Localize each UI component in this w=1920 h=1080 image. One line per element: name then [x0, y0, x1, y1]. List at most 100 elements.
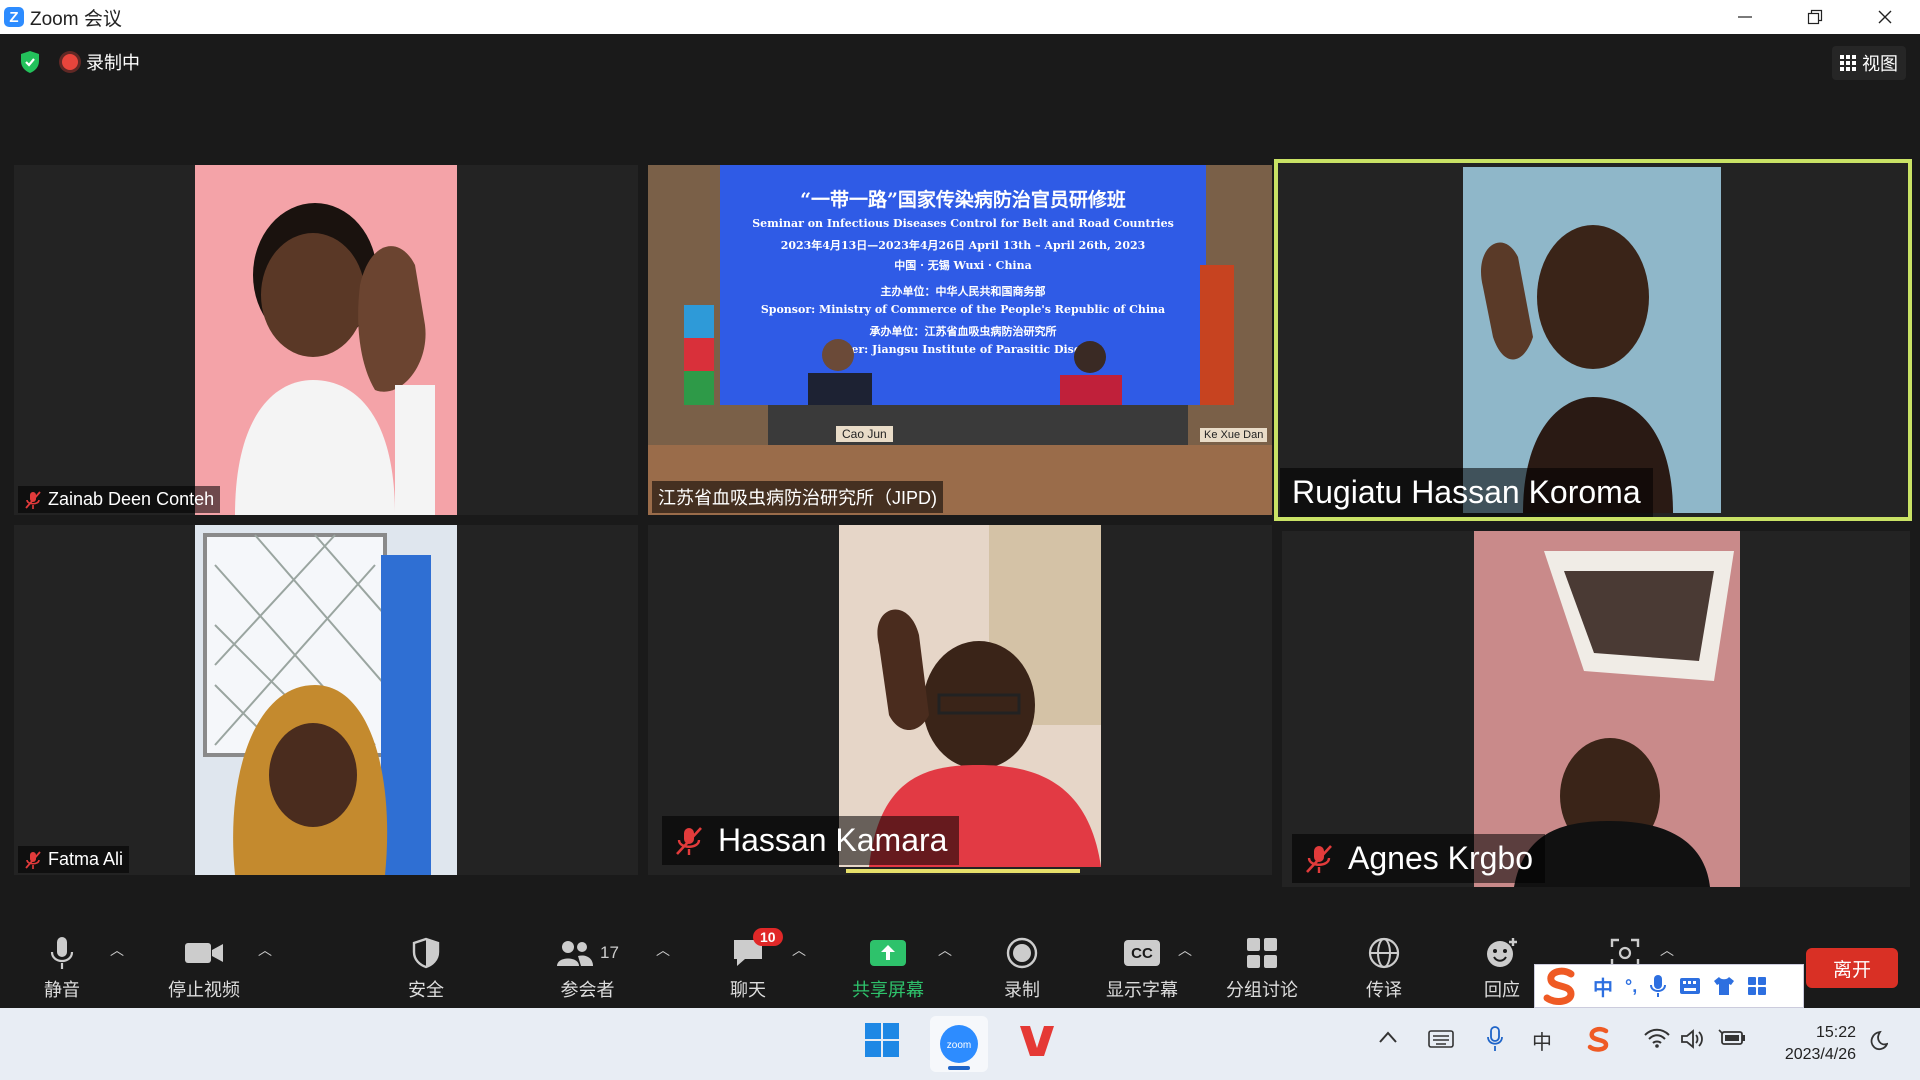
share-screen-button[interactable]: 共享屏幕	[852, 934, 924, 1002]
chat-unread-badge: 10	[753, 928, 783, 946]
active-app-indicator	[948, 1066, 970, 1070]
smiley-plus-icon	[1487, 938, 1517, 967]
nameplate-right: Ke Xue Dan	[1200, 428, 1268, 442]
clock-time: 15:22	[1815, 1024, 1856, 1041]
minimize-icon	[1738, 16, 1752, 18]
breakout-rooms-icon	[1247, 938, 1277, 968]
wifi-icon[interactable]	[1644, 1028, 1670, 1048]
encryption-shield-icon[interactable]	[16, 48, 44, 76]
flag	[684, 305, 714, 405]
minimize-button[interactable]	[1710, 0, 1780, 34]
zoom-logo-icon: Z	[4, 7, 24, 27]
toolbox-grid-icon[interactable]	[1747, 976, 1767, 996]
restore-icon	[1807, 9, 1823, 25]
soft-keyboard-icon[interactable]	[1679, 977, 1701, 995]
participant-name-label: Fatma Ali	[18, 846, 130, 873]
recording-label: 录制中	[86, 53, 140, 73]
restore-button[interactable]	[1780, 0, 1850, 34]
system-clock[interactable]: 15:22 2023/4/26	[1785, 1022, 1856, 1066]
breakout-rooms-button[interactable]: 分组讨论	[1226, 934, 1298, 1002]
close-button[interactable]	[1850, 0, 1920, 34]
meeting-area: 录制中 视图 Zainab Deen Conteh “一带一路”国家传染病防治官…	[0, 34, 1920, 1008]
sogou-tray-icon[interactable]	[1586, 1026, 1612, 1052]
video-tile-zainab[interactable]: Zainab Deen Conteh	[14, 165, 638, 515]
microphone-icon	[50, 937, 74, 969]
ime-punct-label[interactable]: °,	[1625, 976, 1637, 997]
globe-icon	[1368, 937, 1400, 969]
participant-name-label: Zainab Deen Conteh	[18, 486, 221, 513]
participant-name-label: Rugiatu Hassan Koroma	[1280, 468, 1653, 517]
grid-view-icon	[1840, 55, 1856, 71]
taskbar-wps-app[interactable]	[1018, 1022, 1056, 1058]
recording-indicator[interactable]: 录制中	[62, 49, 140, 75]
nameplate-left: Cao Jun	[836, 426, 893, 442]
participant-name-label: Hassan Kamara	[662, 816, 960, 865]
title-bar: Z Zoom 会议	[0, 0, 1920, 34]
voice-input-icon[interactable]	[1649, 974, 1667, 998]
interpretation-button[interactable]: 传译	[1366, 934, 1402, 1002]
mute-button[interactable]: 静音	[44, 934, 80, 1002]
security-button[interactable]: 安全	[408, 934, 444, 1002]
active-audio-bar	[846, 869, 1080, 873]
participant-name-label: Agnes Krgbo	[1292, 834, 1546, 883]
video-tile-agnes[interactable]: Agnes Krgbo	[1282, 531, 1910, 887]
sogou-logo-icon	[1543, 967, 1575, 1005]
captions-options-caret-icon[interactable]: ︿	[1178, 940, 1192, 960]
microphone-tray-icon[interactable]	[1486, 1026, 1504, 1052]
video-tile-hassan[interactable]: Hassan Kamara	[648, 525, 1272, 875]
skin-shirt-icon[interactable]	[1713, 976, 1735, 996]
touch-keyboard-icon[interactable]	[1428, 1030, 1454, 1048]
share-screen-icon	[870, 940, 906, 966]
video-camera-icon	[185, 943, 223, 963]
record-icon	[1006, 937, 1038, 969]
video-tile-fatma[interactable]: Fatma Ali	[14, 525, 638, 875]
reactions-button[interactable]: 回应	[1484, 934, 1520, 1002]
show-hidden-icons-button[interactable]	[1378, 1030, 1398, 1044]
participant-video	[195, 165, 457, 515]
chat-options-caret-icon[interactable]: ︿	[792, 940, 806, 960]
notifications-moon-icon[interactable]	[1866, 1030, 1888, 1052]
leave-button[interactable]: 离开	[1806, 948, 1898, 988]
mic-muted-icon	[676, 826, 702, 855]
chat-button[interactable]: 10 聊天	[730, 928, 783, 1002]
stop-video-button[interactable]: 停止视频	[168, 934, 240, 1002]
participants-icon	[557, 941, 593, 966]
wps-office-icon	[1020, 1026, 1054, 1056]
chevron-up-icon	[1379, 1031, 1397, 1043]
windows-logo-icon	[865, 1023, 899, 1057]
svg-text:zoom: zoom	[947, 1040, 971, 1051]
volume-icon[interactable]	[1680, 1028, 1706, 1050]
mic-muted-icon	[25, 850, 41, 869]
battery-icon[interactable]	[1718, 1028, 1746, 1048]
flag	[1200, 265, 1234, 405]
view-button[interactable]: 视图	[1832, 46, 1906, 80]
speakers-graphic	[768, 339, 1188, 445]
view-label: 视图	[1862, 54, 1898, 74]
video-options-caret-icon[interactable]: ︿	[258, 940, 272, 960]
video-tile-jipd[interactable]: “一带一路”国家传染病防治官员研修班 Seminar on Infectious…	[648, 165, 1272, 515]
mic-muted-icon	[1306, 844, 1332, 873]
captions-button[interactable]: CC 显示字幕	[1106, 934, 1178, 1002]
video-tile-rugiatu[interactable]: Rugiatu Hassan Koroma	[1274, 159, 1912, 521]
start-button[interactable]	[864, 1022, 900, 1058]
record-button[interactable]: 录制	[1004, 934, 1040, 1002]
more-options-caret-icon[interactable]: ︿	[1660, 940, 1674, 960]
participants-button[interactable]: 17 参会者	[556, 934, 619, 1002]
close-icon	[1878, 10, 1892, 24]
participant-video	[195, 525, 457, 875]
ime-toolbar[interactable]: 中 °,	[1534, 964, 1804, 1008]
participant-video	[1463, 167, 1721, 513]
zoom-app-icon: zoom	[940, 1025, 978, 1063]
audio-options-caret-icon[interactable]: ︿	[110, 940, 124, 960]
closed-captions-icon: CC	[1124, 940, 1160, 966]
recording-dot-icon	[62, 54, 78, 70]
taskbar-zoom-app[interactable]: zoom	[930, 1016, 988, 1072]
clock-date: 2023/4/26	[1784, 1046, 1856, 1063]
windows-taskbar: zoom 中 15:22 2023/4/26	[0, 1008, 1920, 1080]
share-options-caret-icon[interactable]: ︿	[938, 940, 952, 960]
ime-mode-label[interactable]: 中	[1593, 972, 1613, 1001]
input-language-indicator[interactable]: 中	[1532, 1026, 1552, 1055]
participants-options-caret-icon[interactable]: ︿	[656, 940, 670, 960]
participant-name-label: 江苏省血吸虫病防治研究所（JIPD)	[652, 481, 943, 513]
security-shield-icon	[412, 937, 440, 969]
